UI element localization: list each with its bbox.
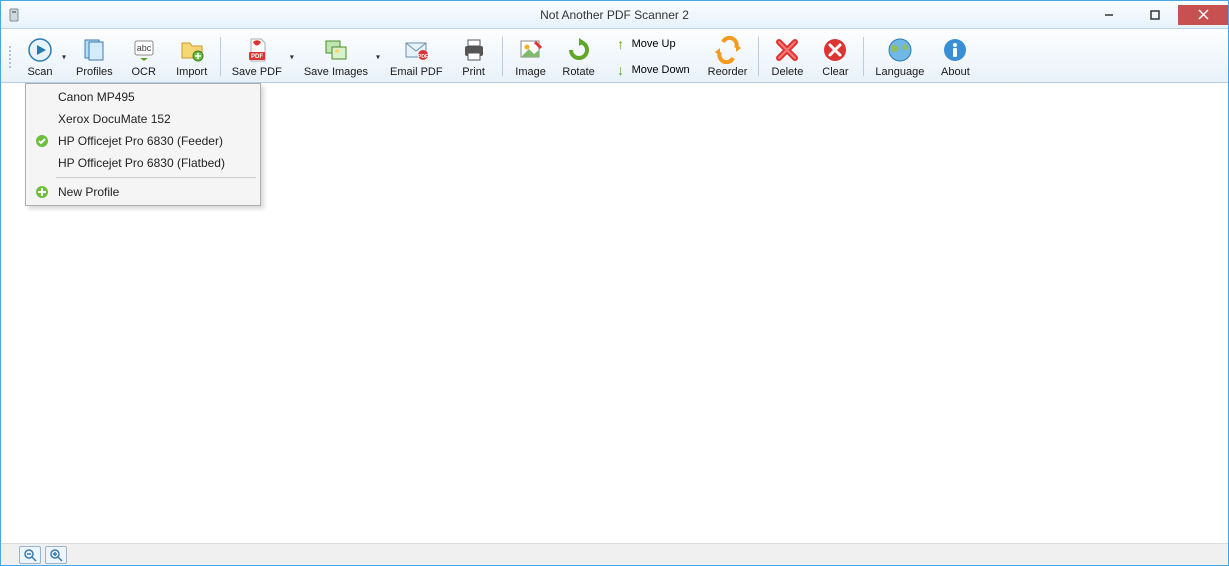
svg-text:PDF: PDF — [418, 54, 428, 60]
move-up-button[interactable]: ↑ Move Up — [609, 33, 695, 55]
clear-icon — [821, 35, 849, 65]
rotate-label: Rotate — [562, 66, 594, 78]
content-area: Canon MP495 Xerox DocuMate 152 HP Office… — [1, 83, 1228, 543]
image-edit-icon — [517, 35, 545, 65]
save-pdf-button[interactable]: PDF Save PDF ▾ — [225, 31, 297, 82]
image-label: Image — [515, 66, 546, 78]
email-pdf-button[interactable]: PDF Email PDF — [383, 31, 450, 82]
add-icon — [34, 184, 50, 200]
check-icon — [34, 133, 50, 149]
toolbar-separator — [502, 37, 503, 76]
print-icon — [460, 35, 488, 65]
reorder-icon — [714, 35, 742, 65]
svg-text:PDF: PDF — [251, 54, 263, 60]
save-images-button[interactable]: Save Images ▾ — [297, 31, 383, 82]
import-icon — [178, 35, 206, 65]
zoom-out-button[interactable] — [19, 546, 41, 564]
save-pdf-label: Save PDF — [232, 66, 282, 78]
import-label: Import — [176, 66, 207, 78]
email-pdf-label: Email PDF — [390, 66, 443, 78]
zoom-in-button[interactable] — [45, 546, 67, 564]
minimize-button[interactable] — [1086, 5, 1132, 25]
move-group: ↑ Move Up ↓ Move Down — [603, 31, 701, 82]
profile-label: Canon MP495 — [58, 90, 135, 104]
scan-icon — [26, 35, 54, 65]
profile-label: HP Officejet Pro 6830 (Feeder) — [58, 134, 223, 148]
zoom-out-icon — [23, 548, 37, 562]
maximize-button[interactable] — [1132, 5, 1178, 25]
pdf-icon: PDF — [243, 35, 271, 65]
print-label: Print — [462, 66, 485, 78]
profile-item[interactable]: HP Officejet Pro 6830 (Feeder) — [28, 130, 258, 152]
profile-item[interactable]: Xerox DocuMate 152 — [28, 108, 258, 130]
scan-dropdown: Canon MP495 Xerox DocuMate 152 HP Office… — [25, 83, 261, 206]
move-down-button[interactable]: ↓ Move Down — [609, 59, 695, 81]
profile-item[interactable]: Canon MP495 — [28, 86, 258, 108]
chevron-down-icon: ▾ — [376, 52, 380, 61]
clear-button[interactable]: Clear — [811, 31, 859, 82]
email-icon: PDF — [402, 35, 430, 65]
info-icon — [941, 35, 969, 65]
import-button[interactable]: Import — [168, 31, 216, 82]
close-button[interactable] — [1178, 5, 1228, 25]
profile-label: Xerox DocuMate 152 — [58, 112, 171, 126]
scan-label: Scan — [27, 66, 52, 78]
ocr-icon: abc — [130, 35, 158, 65]
toolbar-separator — [220, 37, 221, 76]
profile-label: HP Officejet Pro 6830 (Flatbed) — [58, 156, 225, 170]
profiles-button[interactable]: Profiles — [69, 31, 120, 82]
about-button[interactable]: About — [931, 31, 979, 82]
image-button[interactable]: Image — [507, 31, 555, 82]
profiles-icon — [80, 35, 108, 65]
toolbar-separator — [863, 37, 864, 76]
images-icon — [322, 35, 350, 65]
titlebar: Not Another PDF Scanner 2 — [1, 1, 1228, 29]
arrow-down-icon: ↓ — [614, 62, 628, 78]
move-down-label: Move Down — [632, 64, 690, 76]
arrow-up-icon: ↑ — [614, 36, 628, 52]
toolbar-grip — [9, 31, 15, 82]
language-button[interactable]: Language — [868, 31, 931, 82]
window-controls — [1086, 5, 1228, 25]
window-title: Not Another PDF Scanner 2 — [1, 8, 1228, 22]
rotate-icon — [565, 35, 593, 65]
chevron-down-icon: ▾ — [62, 52, 66, 61]
chevron-down-icon: ▾ — [290, 52, 294, 61]
toolbar-separator — [758, 37, 759, 76]
zoom-in-icon — [49, 548, 63, 562]
clear-label: Clear — [822, 66, 848, 78]
ocr-button[interactable]: abc OCR — [120, 31, 168, 82]
about-label: About — [941, 66, 970, 78]
profiles-label: Profiles — [76, 66, 113, 78]
print-button[interactable]: Print — [450, 31, 498, 82]
menu-separator — [56, 177, 256, 178]
app-icon — [7, 7, 23, 23]
move-up-label: Move Up — [632, 38, 676, 50]
svg-text:abc: abc — [136, 43, 151, 53]
new-profile-item[interactable]: New Profile — [28, 181, 258, 203]
reorder-label: Reorder — [708, 66, 748, 78]
delete-button[interactable]: Delete — [763, 31, 811, 82]
toolbar: Scan ▾ Profiles abc OCR Import PDF Save … — [1, 29, 1228, 83]
reorder-button[interactable]: Reorder — [701, 31, 755, 82]
profile-item[interactable]: HP Officejet Pro 6830 (Flatbed) — [28, 152, 258, 174]
globe-icon — [886, 35, 914, 65]
statusbar — [1, 543, 1228, 565]
new-profile-label: New Profile — [58, 185, 119, 199]
scan-button[interactable]: Scan ▾ — [19, 31, 69, 82]
delete-icon — [773, 35, 801, 65]
delete-label: Delete — [772, 66, 804, 78]
save-images-label: Save Images — [304, 66, 368, 78]
ocr-label: OCR — [131, 66, 155, 78]
rotate-button[interactable]: Rotate — [555, 31, 603, 82]
language-label: Language — [875, 66, 924, 78]
